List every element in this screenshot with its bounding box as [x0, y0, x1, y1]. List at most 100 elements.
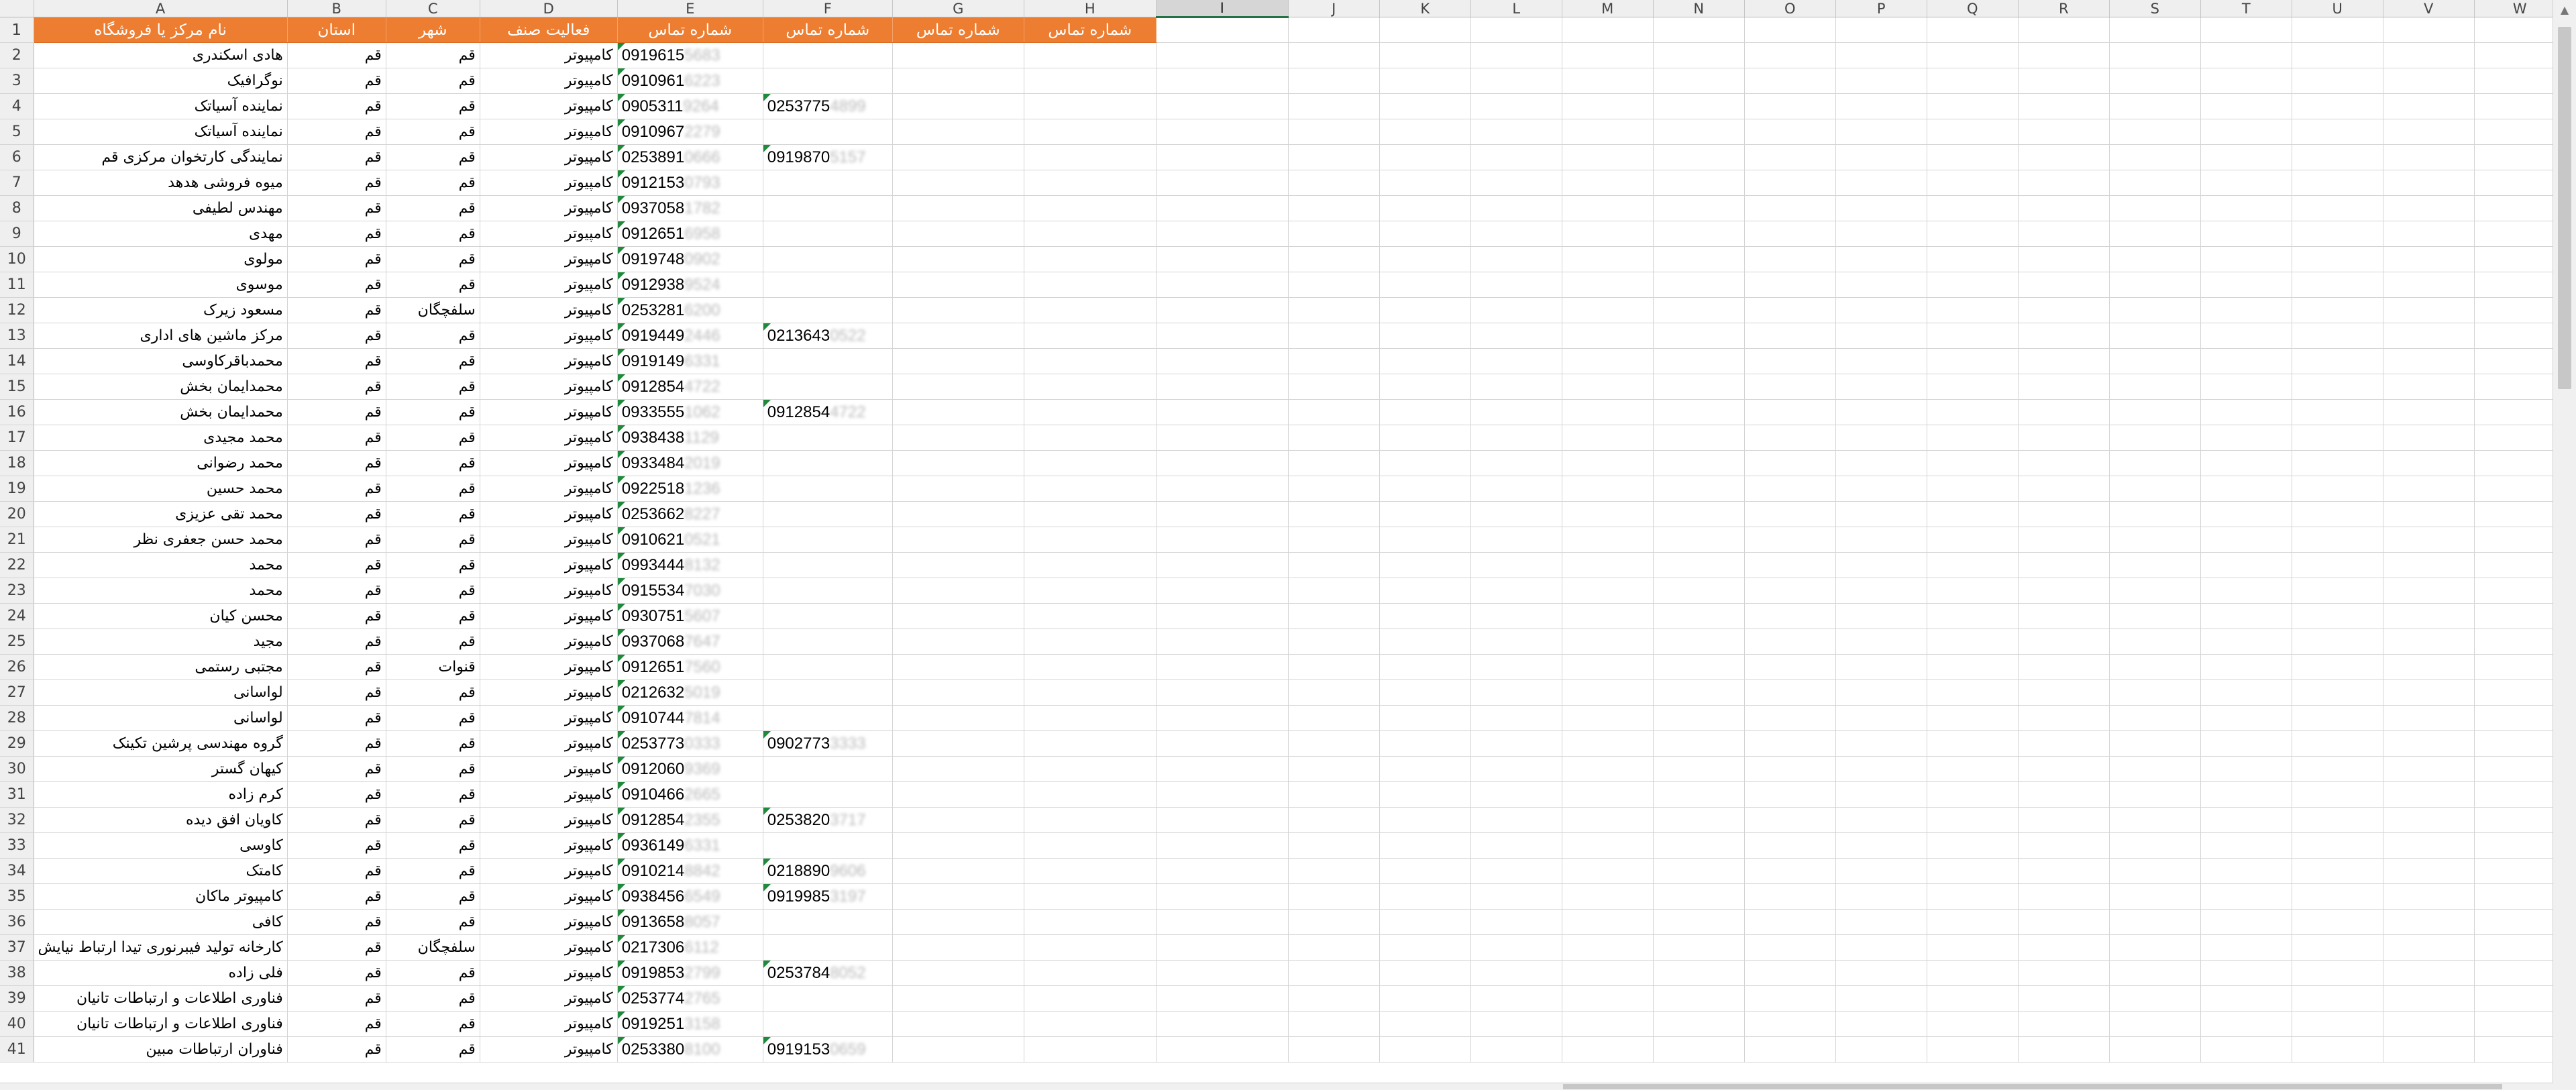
vertical-scrollbar[interactable]: ▲	[2553, 0, 2576, 1090]
cell[interactable]	[2292, 374, 2383, 400]
cell[interactable]	[1470, 883, 1562, 910]
cell-phone-2[interactable]: 09198705157	[763, 144, 893, 170]
row-header[interactable]: 4	[0, 93, 34, 119]
cell[interactable]	[2292, 832, 2383, 859]
cell[interactable]	[2474, 654, 2566, 680]
cell[interactable]	[2383, 297, 2475, 323]
cell[interactable]	[2109, 297, 2201, 323]
cell-phone-2[interactable]: 02537754899	[763, 93, 893, 119]
cell[interactable]	[2109, 144, 2201, 170]
cell[interactable]	[2383, 1011, 2475, 1037]
cell-name[interactable]: میوه فروشی هدهد	[34, 170, 288, 196]
cell[interactable]	[1562, 883, 1654, 910]
cell-phone-2[interactable]	[763, 170, 893, 196]
cell-city[interactable]: قم	[386, 272, 480, 298]
cell[interactable]	[1653, 756, 1745, 782]
cell[interactable]	[1835, 883, 1927, 910]
cell[interactable]	[1470, 832, 1562, 859]
cell-phone-1[interactable]: 02533808100	[617, 1036, 763, 1062]
cell[interactable]	[2109, 807, 2201, 833]
cell-province[interactable]: قم	[287, 42, 386, 68]
cell-phone-1[interactable]: 09384566549	[617, 883, 763, 910]
cell[interactable]	[1744, 374, 1836, 400]
cell[interactable]	[1653, 1011, 1745, 1037]
cell-phone-1[interactable]: 09225181236	[617, 476, 763, 502]
cell-city[interactable]: قم	[386, 781, 480, 808]
cell[interactable]	[1156, 348, 1289, 374]
cell-province[interactable]: قم	[287, 654, 386, 680]
cell[interactable]	[1024, 144, 1157, 170]
cell[interactable]	[1744, 221, 1836, 247]
cell[interactable]	[2474, 909, 2566, 935]
cell-phone-2[interactable]	[763, 654, 893, 680]
cell[interactable]	[1744, 578, 1836, 604]
cell-phone-1[interactable]: 09121530793	[617, 170, 763, 196]
cell[interactable]	[1744, 170, 1836, 196]
cell-phone-2[interactable]	[763, 985, 893, 1012]
cell-activity[interactable]: کامپیوتر	[480, 781, 618, 808]
column-header-l[interactable]: L	[1470, 0, 1562, 17]
cell[interactable]	[1744, 476, 1836, 502]
cell[interactable]	[1470, 68, 1562, 94]
cell[interactable]	[1927, 119, 2019, 145]
cell[interactable]	[2018, 629, 2110, 655]
cell[interactable]	[1470, 144, 1562, 170]
cell[interactable]	[2474, 960, 2566, 986]
row-header[interactable]: 10	[0, 246, 34, 272]
cell[interactable]	[2109, 705, 2201, 731]
cell[interactable]	[1288, 93, 1380, 119]
cell[interactable]	[1379, 527, 1471, 553]
cell[interactable]	[892, 68, 1024, 94]
cell[interactable]	[1288, 909, 1380, 935]
cell-activity[interactable]: کامپیوتر	[480, 170, 618, 196]
cell[interactable]	[1379, 476, 1471, 502]
cell[interactable]	[2018, 883, 2110, 910]
cell-phone-2[interactable]	[763, 679, 893, 706]
cell[interactable]	[1470, 603, 1562, 629]
row-header[interactable]: 30	[0, 756, 34, 782]
cell[interactable]	[1379, 93, 1471, 119]
cell-activity[interactable]: کامپیوتر	[480, 119, 618, 145]
cell-name[interactable]: نماینده آسیاتک	[34, 93, 288, 119]
cell[interactable]	[2109, 93, 2201, 119]
cell-phone-1[interactable]: 02126325019	[617, 679, 763, 706]
cell[interactable]	[1562, 629, 1654, 655]
cell[interactable]	[2292, 399, 2383, 425]
cell-province[interactable]: قم	[287, 297, 386, 323]
cell-activity[interactable]: کامپیوتر	[480, 730, 618, 757]
cell[interactable]	[1927, 858, 2019, 884]
cell-phone-2[interactable]	[763, 450, 893, 476]
cell[interactable]	[2383, 450, 2475, 476]
cell[interactable]	[2200, 246, 2292, 272]
cell[interactable]	[2292, 1011, 2383, 1037]
cell[interactable]	[1835, 450, 1927, 476]
cell-phone-1[interactable]: 09198532799	[617, 960, 763, 986]
cell[interactable]	[892, 42, 1024, 68]
cell-province[interactable]: قم	[287, 170, 386, 196]
cell[interactable]	[2292, 272, 2383, 298]
cell[interactable]	[2383, 858, 2475, 884]
cell[interactable]	[1288, 730, 1380, 757]
cell[interactable]	[892, 297, 1024, 323]
cell-province[interactable]: قم	[287, 578, 386, 604]
cell[interactable]	[2474, 374, 2566, 400]
cell[interactable]	[1653, 934, 1745, 961]
cell[interactable]	[2200, 756, 2292, 782]
cell[interactable]	[2474, 425, 2566, 451]
cell[interactable]	[1024, 68, 1157, 94]
cell[interactable]	[1024, 374, 1157, 400]
cell[interactable]	[1379, 756, 1471, 782]
cell-activity[interactable]: کامپیوتر	[480, 832, 618, 859]
cell[interactable]	[2200, 42, 2292, 68]
cell-province[interactable]: قم	[287, 272, 386, 298]
cell[interactable]	[892, 1036, 1024, 1062]
row-header[interactable]: 21	[0, 527, 34, 553]
cell[interactable]	[2109, 374, 2201, 400]
cell[interactable]	[2109, 501, 2201, 527]
cell[interactable]	[1156, 1036, 1289, 1062]
cell[interactable]	[2292, 654, 2383, 680]
cell-city[interactable]: قم	[386, 221, 480, 247]
cell[interactable]	[1379, 297, 1471, 323]
cell[interactable]	[1024, 1036, 1157, 1062]
column-header-p[interactable]: P	[1835, 0, 1927, 17]
